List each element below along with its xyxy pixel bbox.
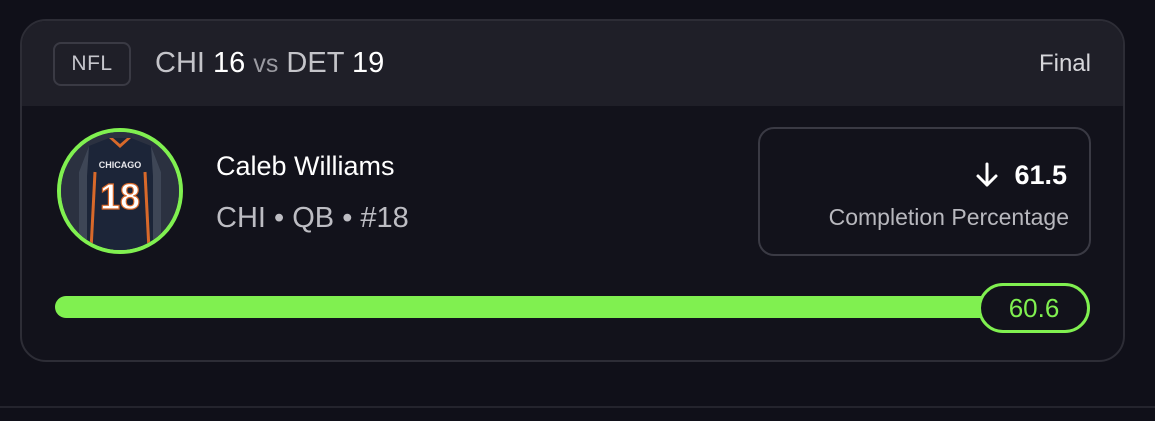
divider: [0, 406, 1155, 408]
away-score: 19: [351, 47, 385, 79]
player-avatar: CHICAGO 18: [57, 128, 183, 254]
jersey-number: 18: [100, 176, 140, 217]
away-team: DET: [286, 47, 344, 79]
page: NFL CHI 16 vs DET 19 Final CHICAGO 18 Ca…: [0, 0, 1155, 421]
meta-dot: •: [342, 202, 353, 234]
vs-separator: vs: [253, 50, 279, 78]
jersey-wordmark: CHICAGO: [99, 160, 142, 170]
meta-dot: •: [274, 202, 285, 234]
stat-label: Completion Percentage: [828, 204, 1069, 230]
progress-track: [55, 296, 1090, 318]
league-badge: NFL: [53, 42, 131, 86]
player-number: #18: [360, 202, 409, 234]
player-team: CHI: [216, 202, 266, 234]
matchup: CHI 16 vs DET 19: [155, 44, 384, 83]
arrow-down-icon: [976, 162, 998, 187]
progress-fill: [55, 296, 1078, 318]
league-label: NFL: [71, 52, 113, 75]
home-team: CHI: [155, 47, 205, 79]
projection-box[interactable]: 61.5 Completion Percentage: [758, 127, 1091, 256]
card-header: NFL CHI 16 vs DET 19 Final: [22, 21, 1123, 106]
game-status: Final: [1038, 50, 1091, 77]
player-position: QB: [292, 202, 335, 234]
player-prop-card[interactable]: NFL CHI 16 vs DET 19 Final CHICAGO 18 Ca…: [20, 19, 1125, 362]
projection-value: 61.5: [1014, 160, 1067, 190]
jersey-icon: CHICAGO 18: [61, 132, 179, 250]
player-meta: CHI • QB • #18: [216, 199, 409, 237]
actual-value-pill: 60.6: [978, 283, 1090, 333]
home-score: 16: [213, 47, 246, 79]
projection-row: 61.5: [974, 158, 1067, 192]
actual-value: 60.6: [1008, 292, 1060, 323]
player-name: Caleb Williams: [216, 151, 395, 181]
